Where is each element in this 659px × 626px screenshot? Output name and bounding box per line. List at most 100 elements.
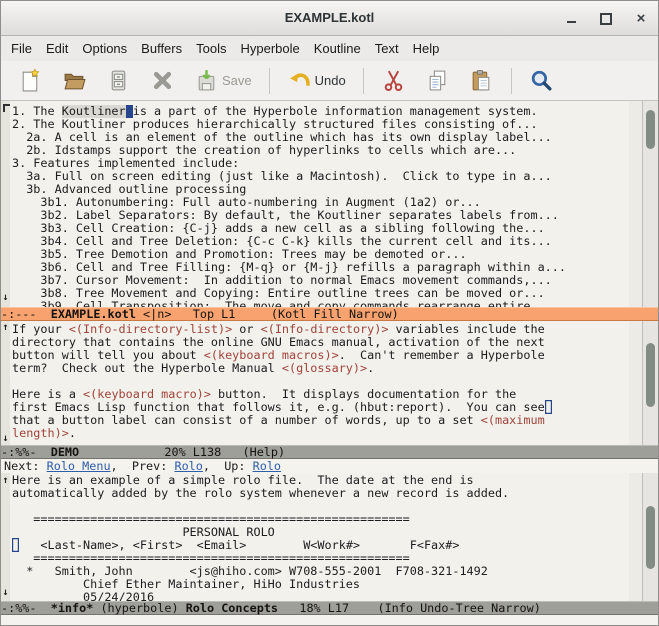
menu-item-hyperbole[interactable]: Hyperbole bbox=[233, 38, 306, 59]
text-line: automatically added by the rolo system w… bbox=[12, 487, 629, 500]
scrollbar-track[interactable] bbox=[642, 101, 658, 307]
modeline-info: -:%%- *info* (hyperbole) Rolo Concepts 1… bbox=[1, 601, 658, 615]
text-segment: -:--- bbox=[1, 307, 51, 321]
hyperbole-button[interactable]: length)> bbox=[12, 426, 69, 440]
down-arrow-icon: ↓ bbox=[2, 587, 9, 598]
text-segment: . bbox=[367, 361, 375, 375]
menu-item-file[interactable]: File bbox=[4, 38, 39, 59]
info-header-line: Next: Rolo Menu, Prev: Rolo, Up: Rolo bbox=[1, 459, 658, 473]
text-segment: directory that contains the online GNU E… bbox=[12, 335, 545, 349]
koutline-text[interactable]: 1. The Koutliner is a part of the Hyperb… bbox=[10, 105, 629, 307]
menu-item-buffers[interactable]: Buffers bbox=[134, 38, 189, 59]
bold-text: *info* bbox=[50, 601, 94, 615]
menu-item-edit[interactable]: Edit bbox=[39, 38, 75, 59]
hyperbole-button[interactable]: <(glossary)> bbox=[282, 361, 367, 375]
maximize-icon bbox=[600, 12, 612, 25]
info-link[interactable]: Rolo Menu bbox=[47, 459, 111, 473]
title-bar: EXAMPLE.kotl × bbox=[1, 1, 658, 36]
right-fringe bbox=[629, 101, 642, 307]
text-segment: 3b4. Cell and Tree Deletion: {C-c C-k} k… bbox=[12, 234, 552, 248]
search-button[interactable] bbox=[524, 66, 559, 95]
menu-item-text[interactable]: Text bbox=[368, 38, 406, 59]
bold-text: Rolo Concepts bbox=[185, 601, 279, 615]
search-icon bbox=[529, 68, 554, 93]
text-segment: button will tell you about bbox=[12, 348, 204, 362]
left-fringe: ↑ ↓ bbox=[1, 321, 10, 445]
menu-item-options[interactable]: Options bbox=[75, 38, 134, 59]
paste-icon bbox=[469, 68, 494, 93]
up-arrow-icon: ↑ bbox=[2, 475, 9, 486]
save-button[interactable]: Save bbox=[189, 66, 257, 95]
text-segment: 3b8. Tree Movement and Copying: Entire o… bbox=[12, 286, 545, 300]
hyperbole-button[interactable]: <(keyboard macros)> bbox=[204, 348, 339, 362]
text-segment: . Can't remember a Hyperbole bbox=[338, 348, 545, 362]
text-line: term? Check out the Hyperbole Manual <(g… bbox=[12, 362, 629, 375]
file-cabinet-button[interactable] bbox=[101, 66, 136, 95]
info-link[interactable]: Rolo bbox=[174, 459, 202, 473]
minimize-button[interactable] bbox=[564, 12, 578, 26]
text-segment: -:%%- bbox=[1, 445, 51, 459]
close-button[interactable]: × bbox=[634, 9, 648, 27]
text-segment: 3b3. Cell Creation: {C-j} adds a new cel… bbox=[12, 221, 545, 235]
text-segment: , Up: bbox=[202, 459, 253, 473]
up-arrow-icon: ↑ bbox=[2, 322, 9, 333]
hyperbole-button[interactable]: <(maximum bbox=[481, 413, 545, 427]
maximize-button[interactable] bbox=[599, 12, 613, 26]
demo-window: ↑ ↓ If your <(Info-directory-list)> or <… bbox=[1, 321, 658, 445]
bold-text: EXAMPLE.kotl bbox=[50, 307, 136, 321]
text-segment: automatically added by the rolo system w… bbox=[12, 486, 510, 500]
koutline-window: ↓ 1. The Koutliner is a part of the Hype… bbox=[1, 101, 658, 307]
text-segment: 2a. A cell is an element of the outline … bbox=[12, 130, 552, 144]
text-segment: <Last-Name>, <First> <Email> W<Work#> F<… bbox=[19, 538, 460, 552]
undo-button[interactable]: Undo bbox=[282, 66, 351, 95]
down-arrow-icon: ↓ bbox=[2, 292, 9, 303]
scrollbar-track[interactable] bbox=[642, 321, 658, 445]
text-segment: 3b6. Cell and Tree Filling: {M-q} or {M-… bbox=[12, 260, 566, 274]
text-line: length)>. bbox=[12, 427, 629, 440]
menu-item-help[interactable]: Help bbox=[406, 38, 447, 59]
info-window: ↑ ↓ Here is an example of a simple rolo … bbox=[1, 473, 658, 601]
scrollbar-thumb[interactable] bbox=[646, 506, 655, 569]
kill-buffer-button[interactable] bbox=[145, 66, 180, 95]
text-segment: * Smith, John <js@hiho.com> W708-555-200… bbox=[12, 564, 488, 578]
kill-buffer-icon bbox=[150, 68, 175, 93]
text-segment: button. It displays documentation for th… bbox=[210, 387, 517, 401]
info-link[interactable]: Rolo bbox=[253, 459, 281, 473]
text-segment: 3a. Full on screen editing (just like a … bbox=[12, 169, 552, 183]
open-folder-button[interactable] bbox=[57, 66, 92, 95]
text-segment: 3b1. Autonumbering: Full auto-numbering … bbox=[12, 195, 481, 209]
text-segment: Here is a bbox=[12, 387, 84, 401]
open-folder-icon bbox=[62, 68, 87, 93]
cut-button[interactable] bbox=[376, 66, 411, 95]
text-segment: (hyperbole) bbox=[93, 601, 186, 615]
text-segment: 20% L138 (Help) bbox=[79, 445, 286, 459]
copy-button[interactable] bbox=[420, 66, 455, 95]
text-segment: 3. Features implemented include: bbox=[12, 156, 240, 170]
right-fringe bbox=[629, 321, 642, 445]
toolbar-separator bbox=[510, 67, 512, 94]
text-segment: first Emacs Lisp function that follows i… bbox=[12, 400, 545, 414]
text-segment: 3b7. Cursor Movement: In addition to nor… bbox=[12, 273, 552, 287]
file-cabinet-icon bbox=[106, 68, 131, 93]
text-line: 3b9. Cell Transposition: The move and co… bbox=[12, 300, 629, 308]
menu-item-tools[interactable]: Tools bbox=[189, 38, 233, 59]
new-file-button[interactable] bbox=[13, 66, 48, 95]
text-segment: that a button label can consist of a num… bbox=[12, 413, 481, 427]
paste-button[interactable] bbox=[464, 66, 499, 95]
info-text[interactable]: Here is an example of a simple rolo file… bbox=[10, 474, 629, 601]
bold-text: DEMO bbox=[50, 445, 80, 459]
menu-item-koutline[interactable]: Koutline bbox=[307, 38, 368, 59]
toolbar-separator bbox=[362, 67, 364, 94]
close-icon: × bbox=[636, 9, 646, 27]
text-segment: term? Check out the Hyperbole Manual bbox=[12, 361, 282, 375]
demo-text[interactable]: If your <(Info-directory-list)> or <(Inf… bbox=[10, 323, 629, 440]
modeline-demo: -:%%- DEMO 20% L138 (Help) bbox=[1, 445, 658, 459]
scrollbar-thumb[interactable] bbox=[646, 343, 655, 407]
scrollbar-thumb[interactable] bbox=[646, 110, 655, 149]
text-segment: . bbox=[68, 426, 76, 440]
text-segment: <|n> Top L1 (Kotl Fill Narrow) bbox=[135, 307, 399, 321]
scrollbar-track[interactable] bbox=[642, 473, 658, 601]
text-segment: 2b. Idstamps support the creation of hyp… bbox=[12, 143, 517, 157]
hyperbole-button[interactable]: <(keyboard macro)> bbox=[83, 387, 211, 401]
text-line: that a button label can consist of a num… bbox=[12, 414, 629, 427]
